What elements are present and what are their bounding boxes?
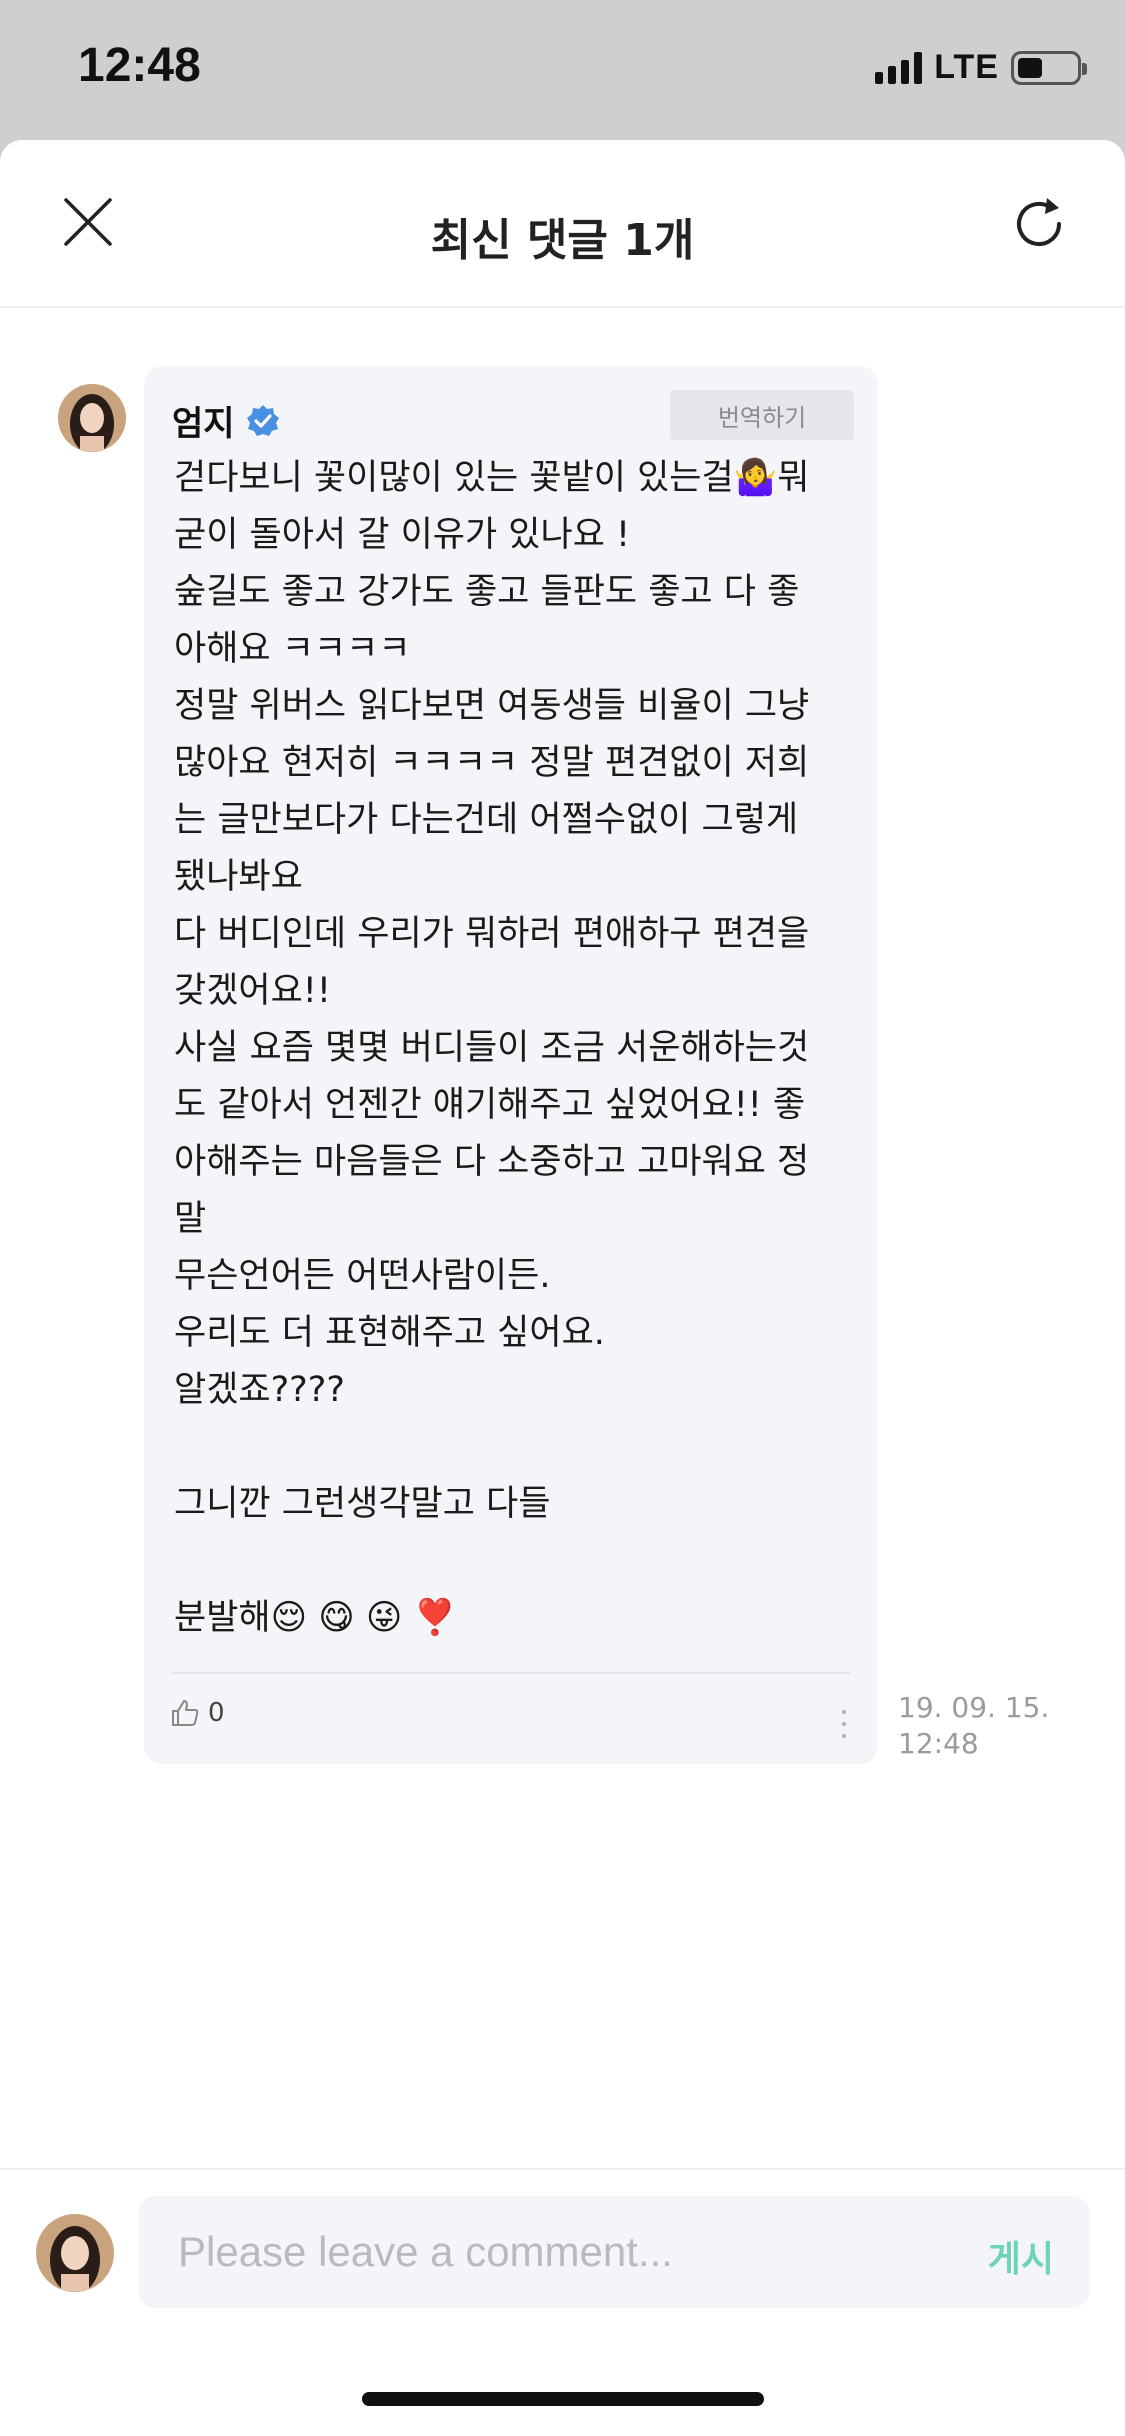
comment-timestamp: 19. 09. 15. 12:48 <box>898 1691 1050 1760</box>
network-label: LTE <box>934 48 999 86</box>
divider <box>172 1672 850 1674</box>
sheet-header: 최신 댓글 1개 <box>0 140 1125 308</box>
comment-input[interactable] <box>178 2196 918 2308</box>
more-dots-icon <box>842 1710 846 1714</box>
translate-button[interactable]: 번역하기 <box>670 390 854 440</box>
comment-text: 걷다보니 꽃이많이 있는 꽃밭이 있는걸🤷‍♀️뭐 굳이 돌아서 갈 이유가 있… <box>174 458 810 1638</box>
status-indicators: LTE <box>875 48 1087 87</box>
avatar[interactable] <box>58 384 126 452</box>
page-title: 최신 댓글 1개 <box>430 215 695 266</box>
like-count: 0 <box>208 1698 225 1728</box>
refresh-button[interactable] <box>999 184 1079 264</box>
author-name[interactable]: 엄지 <box>172 396 235 445</box>
refresh-icon <box>1017 198 1061 246</box>
status-time: 12:48 <box>78 39 201 92</box>
verified-badge-icon <box>246 404 279 436</box>
home-indicator[interactable] <box>362 2392 764 2406</box>
author-row: 엄지 <box>172 396 281 445</box>
signal-icon <box>875 51 923 84</box>
comment-bubble: 엄지 번역하기 걷다보니 꽃이많이 있는 꽃밭이 있는걸🤷‍♀️뭐 굳이 돌아서… <box>144 366 878 1764</box>
user-avatar <box>36 2214 114 2292</box>
more-options-button[interactable] <box>834 1704 854 1744</box>
comment-input-container: 게시 <box>138 2196 1090 2308</box>
thumbs-up-icon <box>172 1700 199 1726</box>
like-button[interactable]: 0 <box>170 1698 225 1728</box>
battery-icon <box>1011 50 1087 85</box>
post-button[interactable]: 게시 <box>988 2230 1054 2282</box>
status-bar: 12:48 LTE <box>0 0 1125 140</box>
